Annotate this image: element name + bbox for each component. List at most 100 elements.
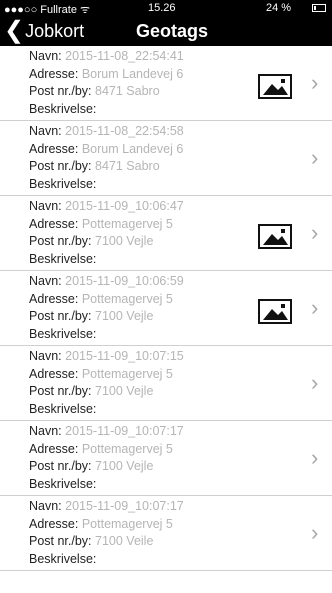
chevron-right-icon: › [311,70,319,95]
field-label-description: Beskrivelse: [29,251,97,266]
field-label-address: Adresse: [29,516,79,531]
field-name: Navn: 2015-11-09_10:06:59 [29,273,259,291]
field-label-description: Beskrivelse: [29,326,97,341]
geotag-fields: Navn: 2015-11-09_10:06:59 Adresse: Pottem… [29,273,259,343]
field-value-name: 2015-11-09_10:07:17 [65,424,184,438]
chevron-right-icon: › [311,145,319,170]
field-description: Beskrivelse: [29,176,259,194]
photo-icon [258,224,292,249]
field-label-name: Navn: [29,199,62,213]
field-value-address: Pottemagervej 5 [81,366,173,381]
field-label-address: Adresse: [29,366,79,381]
field-address: Adresse: Borum Landevej 6 [29,66,259,84]
field-label-address: Adresse: [29,216,79,231]
field-value-name: 2015-11-09_10:07:17 [65,499,184,513]
geotag-row[interactable]: Navn: 2015-11-09_10:07:17 Adresse: Pottem… [0,496,332,571]
field-label-postcode: Post nr./by: [29,534,92,548]
geotag-fields: Navn: 2015-11-08_22:54:58 Adresse: Borum … [29,123,259,193]
field-value-postcode: 7100 Vejle [95,309,154,323]
field-postcode: Post nr./by: 7100 Vejle [29,383,259,401]
geotag-row[interactable]: Navn: 2015-11-08_22:54:41 Adresse: Borum … [0,46,332,121]
geotag-row[interactable]: Navn: 2015-11-09_10:06:47 Adresse: Pottem… [0,196,332,271]
field-address: Adresse: Pottemagervej 5 [29,216,259,234]
field-address: Adresse: Pottemagervej 5 [29,366,259,384]
geotag-fields: Navn: 2015-11-09_10:07:17 Adresse: Pottem… [29,498,259,568]
page-title: Geotags [135,21,209,41]
field-label-address: Adresse: [29,141,79,156]
photo-icon [258,299,292,324]
carrier-signal: ●●●○○ Fullrate ᯤ [4,4,91,16]
field-value-address: Pottemagervej 5 [81,441,173,456]
field-name: Navn: 2015-11-09_10:07:17 [29,498,259,516]
status-time: 15.26 [148,2,176,14]
field-label-name: Navn: [29,424,62,438]
field-description: Beskrivelse: [29,476,259,494]
field-value-address: Pottemagervej 5 [81,291,173,306]
chevron-right-icon: › [311,220,319,245]
field-postcode: Post nr./by: 8471 Sabro [29,83,259,101]
field-value-postcode: 7100 Vejle [95,234,154,248]
field-label-description: Beskrivelse: [29,551,97,566]
battery-percent: 24 % [266,2,292,14]
field-value-name: 2015-11-08_22:54:41 [65,49,184,63]
field-label-address: Adresse: [29,441,79,456]
field-description: Beskrivelse: [29,401,259,419]
photo-icon [258,74,292,99]
field-label-postcode: Post nr./by: [29,159,92,173]
geotag-list[interactable]: Navn: 2015-11-08_22:54:41 Adresse: Borum … [0,46,332,593]
field-label-description: Beskrivelse: [29,176,97,191]
field-value-name: 2015-11-09_10:06:47 [65,199,184,213]
geotag-row[interactable]: Navn: 2015-11-08_22:54:58 Adresse: Borum … [0,121,332,196]
field-description: Beskrivelse: [29,551,259,569]
field-label-name: Navn: [29,349,62,363]
field-label-postcode: Post nr./by: [29,234,92,248]
geotag-row[interactable]: Navn: 2015-11-09_10:07:15 Adresse: Pottem… [0,346,332,421]
field-label-postcode: Post nr./by: [29,459,92,473]
field-name: Navn: 2015-11-08_22:54:41 [29,48,259,66]
field-description: Beskrivelse: [29,251,259,269]
field-name: Navn: 2015-11-09_10:07:15 [29,348,259,366]
field-postcode: Post nr./by: 7100 Vejle [29,233,259,251]
field-postcode: Post nr./by: 7100 Vejle [29,458,259,476]
chevron-right-icon: › [311,445,319,470]
geotag-row[interactable]: Navn: 2015-11-09_10:07:17 Adresse: Pottem… [0,421,332,496]
geotag-fields: Navn: 2015-11-09_10:06:47 Adresse: Pottem… [29,198,259,268]
field-address: Adresse: Pottemagervej 5 [29,441,259,459]
field-postcode: Post nr./by: 8471 Sabro [29,158,259,176]
field-address: Adresse: Pottemagervej 5 [29,516,259,534]
field-label-name: Navn: [29,274,62,288]
navigation-bar: ❮ Jobkort Geotags [0,17,332,46]
field-postcode: Post nr./by: 7100 Vejle [29,308,259,326]
field-label-postcode: Post nr./by: [29,384,92,398]
status-bar: ●●●○○ Fullrate ᯤ 15.26 24 % [0,0,332,17]
field-label-postcode: Post nr./by: [29,84,92,98]
chevron-right-icon: › [311,370,319,395]
field-value-address: Borum Landevej 6 [81,66,184,81]
field-label-name: Navn: [29,124,62,138]
field-label-description: Beskrivelse: [29,476,97,491]
geotag-fields: Navn: 2015-11-09_10:07:17 Adresse: Pottem… [29,423,259,493]
field-value-address: Pottemagervej 5 [81,516,173,531]
field-name: Navn: 2015-11-08_22:54:58 [29,123,259,141]
field-label-address: Adresse: [29,291,79,306]
field-value-postcode: 8471 Sabro [95,84,160,98]
field-value-name: 2015-11-09_10:07:15 [65,349,184,363]
field-value-address: Pottemagervej 5 [81,216,173,231]
field-label-description: Beskrivelse: [29,101,97,116]
field-label-name: Navn: [29,49,62,63]
field-value-postcode: 7100 Veile [95,534,154,548]
field-name: Navn: 2015-11-09_10:06:47 [29,198,259,216]
field-value-postcode: 8471 Sabro [95,159,160,173]
geotag-fields: Navn: 2015-11-08_22:54:41 Adresse: Borum … [29,48,259,118]
chevron-right-icon: › [311,520,319,545]
field-postcode: Post nr./by: 7100 Veile [29,533,259,551]
chevron-right-icon: › [311,295,319,320]
geotag-fields: Navn: 2015-11-09_10:07:15 Adresse: Pottem… [29,348,259,418]
field-name: Navn: 2015-11-09_10:07:17 [29,423,259,441]
field-value-postcode: 7100 Vejle [95,384,154,398]
field-label-description: Beskrivelse: [29,401,97,416]
field-value-address: Borum Landevej 6 [81,141,184,156]
geotag-row[interactable]: Navn: 2015-11-09_10:06:59 Adresse: Pottem… [0,271,332,346]
field-label-name: Navn: [29,499,62,513]
field-value-postcode: 7100 Vejle [95,459,154,473]
